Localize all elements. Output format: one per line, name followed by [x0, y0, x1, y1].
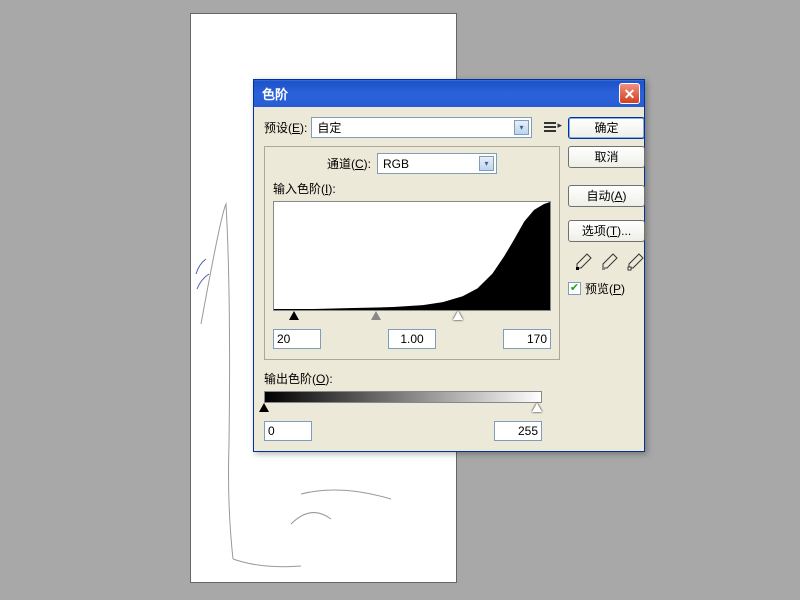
levels-dialog: 色阶 ✕ 预设(E): 自定 ▾ 通道(C): [253, 79, 645, 452]
channel-value: RGB [383, 157, 409, 171]
preset-label: 预设(E): [264, 119, 307, 136]
auto-button[interactable]: 自动(A) [568, 185, 645, 207]
histogram [273, 201, 551, 311]
input-mid-slider[interactable] [371, 311, 381, 320]
ok-button[interactable]: 确定 [568, 117, 645, 139]
close-icon: ✕ [624, 87, 636, 101]
preview-checkbox[interactable]: ✔ [568, 282, 581, 295]
input-levels-label: 输入色阶(I): [273, 180, 551, 197]
output-black-field[interactable]: 0 [264, 421, 312, 441]
chevron-down-icon: ▾ [514, 120, 529, 135]
preview-label: 预览(P) [585, 280, 625, 297]
input-mid-field[interactable]: 1.00 [388, 329, 436, 349]
close-button[interactable]: ✕ [619, 83, 640, 104]
preview-checkbox-row[interactable]: ✔ 预览(P) [568, 280, 645, 297]
options-button[interactable]: 选项(T)... [568, 220, 645, 242]
dialog-title: 色阶 [262, 84, 619, 103]
output-black-slider[interactable] [259, 403, 269, 412]
input-black-field[interactable]: 20 [273, 329, 321, 349]
eyedropper-group [568, 252, 645, 272]
channel-group: 通道(C): RGB ▾ 输入色阶(I): [264, 146, 560, 360]
preset-menu-icon[interactable] [542, 120, 560, 136]
output-slider-track[interactable] [264, 405, 542, 415]
output-levels-label: 输出色阶(O): [264, 370, 560, 387]
eyedropper-gray-icon[interactable] [599, 252, 619, 272]
input-black-slider[interactable] [289, 311, 299, 320]
preset-value: 自定 [317, 119, 341, 136]
input-white-field[interactable]: 170 [503, 329, 551, 349]
channel-dropdown[interactable]: RGB ▾ [377, 153, 497, 174]
channel-label: 通道(C): [327, 155, 371, 172]
input-white-slider[interactable] [453, 311, 463, 320]
output-gradient [264, 391, 542, 403]
input-slider-track[interactable] [273, 313, 551, 323]
eyedropper-black-icon[interactable] [573, 252, 593, 272]
preset-dropdown[interactable]: 自定 ▾ [311, 117, 532, 138]
output-white-field[interactable]: 255 [494, 421, 542, 441]
output-white-slider[interactable] [532, 403, 542, 412]
chevron-down-icon: ▾ [479, 156, 494, 171]
titlebar[interactable]: 色阶 ✕ [254, 80, 644, 107]
eyedropper-white-icon[interactable] [625, 252, 645, 272]
cancel-button[interactable]: 取消 [568, 146, 645, 168]
